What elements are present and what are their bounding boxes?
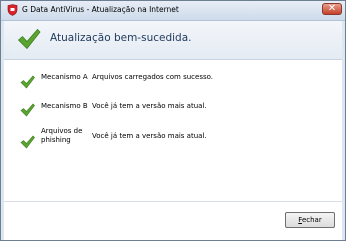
- window-close-button[interactable]: ✕: [322, 3, 342, 15]
- component-name: Mecanismo B: [41, 102, 88, 110]
- close-button-label: echar: [301, 216, 322, 224]
- results-panel: Mecanismo A Arquivos carregados com suce…: [4, 60, 342, 240]
- component-name: Mecanismo A: [41, 73, 88, 81]
- checkmark-icon: [17, 28, 41, 50]
- checkmark-icon: [20, 75, 35, 89]
- title-bar: G Data AntiVirus - Atualização na Intern…: [1, 1, 345, 21]
- component-status: Você já tem a versão mais atual.: [92, 132, 207, 140]
- checkmark-icon: [20, 135, 35, 149]
- component-status: Arquivos carregados com sucesso.: [92, 73, 214, 81]
- divider: [4, 201, 342, 202]
- list-item: Mecanismo A Arquivos carregados com suce…: [4, 69, 342, 97]
- status-header: Atualização bem-sucedida.: [4, 21, 342, 60]
- component-status: Você já tem a versão mais atual.: [92, 102, 207, 110]
- list-item: Arquivos de phishing Você já tem a versã…: [4, 126, 342, 154]
- window-title: G Data AntiVirus - Atualização na Intern…: [22, 5, 179, 14]
- update-dialog-window: G Data AntiVirus - Atualização na Intern…: [0, 0, 346, 241]
- component-name: Arquivos de phishing: [41, 127, 83, 144]
- close-icon: ✕: [327, 3, 337, 14]
- checkmark-icon: [20, 103, 35, 117]
- gdata-shield-icon: [7, 4, 18, 16]
- close-dialog-button[interactable]: Fechar: [285, 212, 335, 228]
- status-title: Atualização bem-sucedida.: [50, 32, 192, 44]
- list-item: Mecanismo B Você já tem a versão mais at…: [4, 97, 342, 125]
